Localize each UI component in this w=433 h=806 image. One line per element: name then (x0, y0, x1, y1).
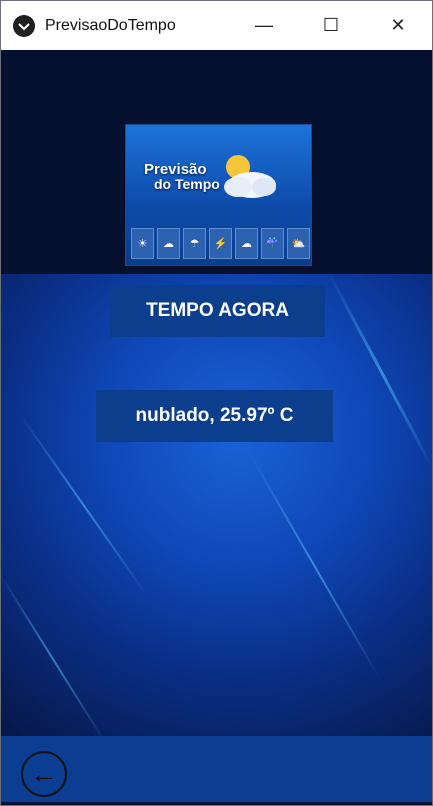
light-streak (1, 574, 107, 736)
close-button[interactable]: ✕ (375, 1, 421, 50)
logo-line2: do Tempo (154, 176, 220, 192)
bottom-bar: ← (1, 736, 432, 802)
sun-cloud-icon (224, 155, 276, 198)
light-streak (328, 274, 432, 470)
rain-icon: ☔ (261, 228, 284, 259)
app-logo: Previsão do Tempo ☀ ☁ ☂ ⚡ ☁ ☔ ⛅ (125, 124, 312, 266)
rain-icon: ☂ (183, 228, 206, 259)
maximize-button[interactable]: ☐ (308, 1, 354, 50)
storm-icon: ⚡ (209, 228, 232, 259)
logo-text: Previsão do Tempo (144, 162, 220, 192)
weather-panel: TEMPO AGORA nublado, 25.97º C (1, 274, 432, 736)
logo-weather-strip: ☀ ☁ ☂ ⚡ ☁ ☔ ⛅ (131, 228, 310, 259)
sun-cloud-icon: ⛅ (287, 228, 310, 259)
tempo-agora-label: TEMPO AGORA (110, 285, 325, 337)
cloud-icon: ☁ (157, 228, 180, 259)
weather-status-text: nublado, 25.97º C (96, 390, 333, 442)
app-icon (13, 14, 35, 37)
header-area: Previsão do Tempo ☀ ☁ ☂ ⚡ ☁ ☔ ⛅ (1, 50, 432, 274)
window-title: PrevisaoDoTempo (45, 16, 176, 34)
cloud-icon: ☁ (235, 228, 258, 259)
sun-icon: ☀ (131, 228, 154, 259)
arrow-left-icon: ← (30, 758, 58, 789)
minimize-button[interactable]: — (241, 1, 287, 50)
app-logo-icon (18, 22, 30, 30)
back-button[interactable]: ← (21, 751, 67, 797)
light-streak (249, 454, 381, 681)
app-window: PrevisaoDoTempo — ☐ ✕ Previsão do Tempo … (0, 0, 433, 806)
title-bar: PrevisaoDoTempo — ☐ ✕ (1, 1, 432, 50)
